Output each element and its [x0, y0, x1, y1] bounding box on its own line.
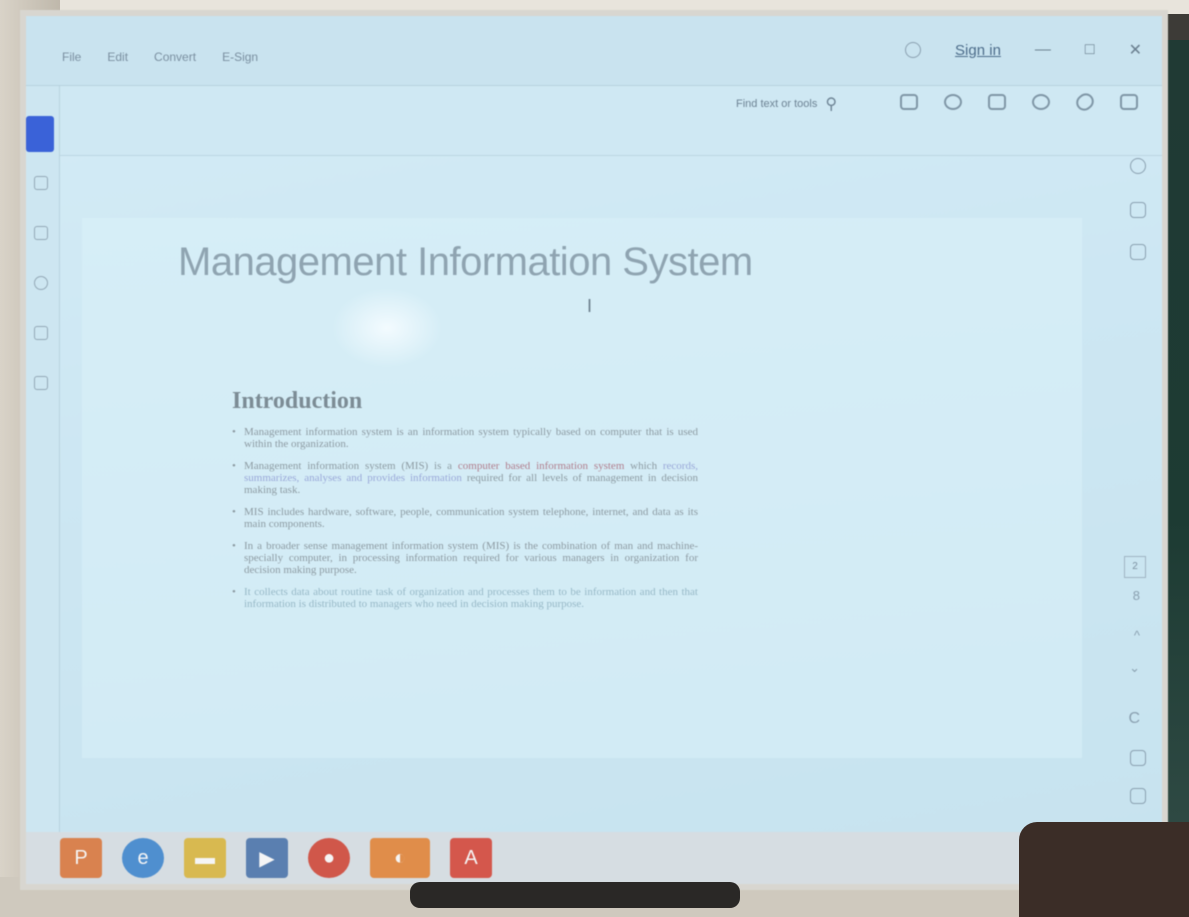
taskbar: P e ▬ ▶ ● ◐ A	[26, 832, 1162, 884]
menu-edit[interactable]: Edit	[107, 50, 128, 64]
slide-page: Management Information System I Introduc…	[82, 218, 1082, 758]
sidebar-icon[interactable]	[1120, 94, 1138, 110]
search-zoom-icon[interactable]	[1032, 94, 1050, 110]
window-controls: Sign in — □ ✕	[905, 40, 1142, 60]
list-item: MIS includes hardware, software, people,…	[232, 506, 698, 530]
slide-title: Management Information System	[178, 240, 753, 284]
media-player-icon[interactable]: ▶	[246, 838, 288, 878]
link-icon[interactable]	[1072, 90, 1098, 114]
powerpoint-icon[interactable]: P	[60, 838, 102, 878]
projector-speaker-bar	[410, 882, 740, 908]
firefox-icon[interactable]: ◐	[370, 838, 430, 878]
chair	[1019, 822, 1189, 917]
help-icon[interactable]	[905, 42, 922, 58]
toolbar-icons	[900, 90, 1138, 114]
left-tool-rail	[26, 86, 60, 846]
comment-panel-icon[interactable]	[1130, 158, 1146, 174]
export-icon[interactable]	[1130, 202, 1146, 218]
maximize-button[interactable]: □	[1085, 41, 1095, 59]
bullet-list: Management information system is an info…	[232, 426, 698, 620]
comment-icon[interactable]	[34, 176, 48, 190]
page-number[interactable]: 2	[1124, 556, 1146, 578]
document-area[interactable]: Management Information System I Introduc…	[60, 156, 1120, 846]
stamp-icon[interactable]	[34, 376, 48, 390]
file-explorer-icon[interactable]: ▬	[184, 838, 226, 878]
list-item: Management information system is an info…	[232, 426, 698, 450]
find-label: Find text or tools	[736, 98, 818, 110]
find-tools[interactable]: Find text or tools ⚲	[736, 94, 837, 114]
minimize-button[interactable]: —	[1035, 41, 1051, 59]
text-cursor-icon: I	[587, 296, 593, 316]
print-icon[interactable]	[988, 94, 1006, 110]
list-item: Management information system (MIS) is a…	[232, 460, 698, 496]
text-edit-icon[interactable]	[34, 326, 48, 340]
cloud-upload-icon[interactable]	[944, 94, 962, 110]
fit-page-icon[interactable]	[1130, 788, 1146, 804]
select-tool-active[interactable]	[26, 116, 54, 152]
list-item: In a broader sense management informatio…	[232, 540, 698, 576]
section-heading: Introduction	[232, 388, 363, 414]
title-bar: File Edit Convert E-Sign Sign in — □ ✕	[26, 16, 1162, 86]
menu-file[interactable]: File	[62, 50, 81, 64]
acrobat-icon[interactable]: A	[450, 838, 492, 878]
projected-screen: File Edit Convert E-Sign Sign in — □ ✕ F…	[20, 10, 1168, 890]
menu-convert[interactable]: Convert	[154, 50, 196, 64]
scroll-up-icon[interactable]: ^	[1134, 628, 1140, 643]
menu-bar: File Edit Convert E-Sign	[62, 50, 258, 64]
copy-icon[interactable]	[1130, 244, 1146, 260]
list-item: It collects data about routine task of o…	[232, 586, 698, 610]
chrome-icon[interactable]: ●	[308, 838, 350, 878]
close-button[interactable]: ✕	[1129, 40, 1142, 60]
toolbar: Find text or tools ⚲	[26, 86, 1162, 156]
refresh-icon[interactable]: C	[1128, 710, 1140, 728]
projector-glare	[332, 288, 442, 368]
scroll-down-icon[interactable]: ⌄	[1129, 660, 1140, 676]
pen-icon[interactable]	[34, 226, 48, 240]
page-total: 8	[1132, 588, 1140, 603]
menu-esign[interactable]: E-Sign	[222, 50, 258, 64]
internet-explorer-icon[interactable]: e	[122, 838, 164, 878]
save-icon[interactable]	[900, 94, 918, 110]
zoom-icon[interactable]	[1130, 750, 1146, 766]
sign-in-link[interactable]: Sign in	[955, 42, 1001, 59]
search-icon[interactable]: ⚲	[825, 94, 837, 114]
lasso-icon[interactable]	[34, 276, 48, 290]
